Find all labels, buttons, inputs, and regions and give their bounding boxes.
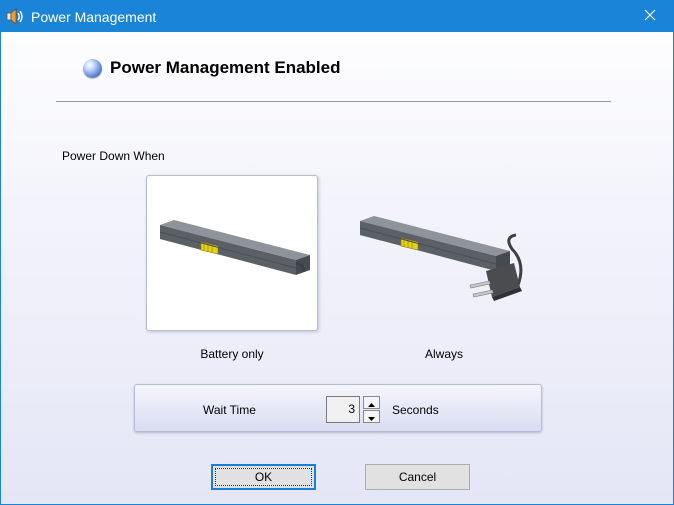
close-button[interactable] [627, 1, 673, 32]
window-title: Power Management [31, 9, 157, 25]
close-icon [644, 9, 656, 24]
power-management-window: Power Management Power Management Enable… [0, 0, 674, 505]
power-down-label: Power Down When [62, 149, 165, 163]
arrow-up-icon [368, 396, 375, 410]
wait-time-label: Wait Time [203, 403, 256, 417]
wait-time-panel: Wait Time 3 Seconds [134, 384, 542, 432]
arrow-down-icon [368, 410, 375, 424]
always-option[interactable] [358, 175, 530, 331]
status-heading: Power Management Enabled [83, 58, 341, 78]
header-divider [56, 101, 611, 102]
spin-down-button[interactable] [363, 410, 380, 423]
blue-orb-icon [83, 58, 102, 78]
battery-icon [159, 220, 310, 275]
battery-only-option[interactable] [146, 175, 318, 331]
seconds-label: Seconds [392, 403, 439, 417]
title-bar[interactable]: Power Management [1, 1, 673, 32]
ok-button[interactable]: OK [211, 464, 316, 490]
wait-time-input[interactable]: 3 [326, 396, 360, 423]
focus-rect [215, 468, 312, 486]
page-title: Power Management Enabled [110, 58, 341, 77]
battery-with-plug-icon [359, 216, 523, 301]
cancel-button[interactable]: Cancel [365, 464, 470, 490]
battery-only-label: Battery only [200, 347, 264, 361]
cancel-button-label: Cancel [398, 470, 437, 484]
spin-up-button[interactable] [363, 396, 380, 409]
speaker-icon [6, 8, 24, 25]
always-label: Always [424, 347, 463, 361]
